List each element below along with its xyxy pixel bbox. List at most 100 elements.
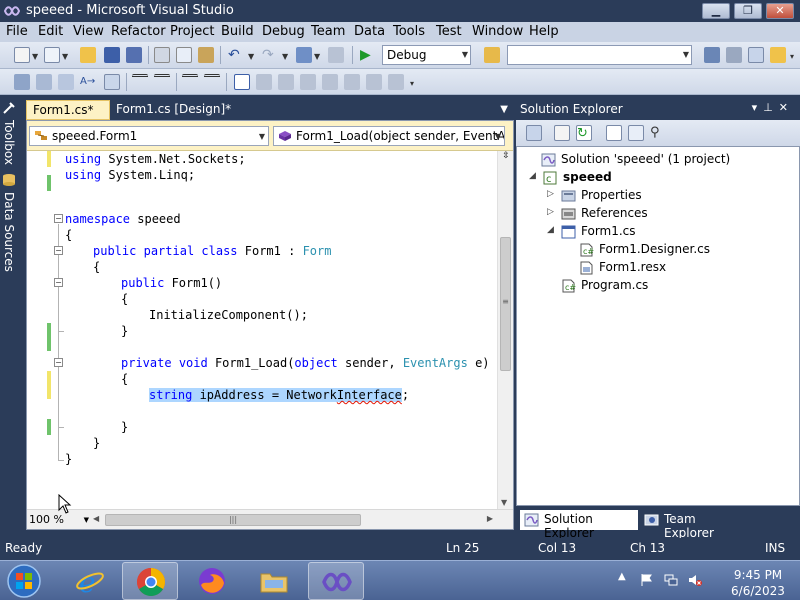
menu-view[interactable]: View (73, 24, 104, 39)
horizontal-scrollbar[interactable]: 100 % ▼ ◀ ||| ▶ (27, 509, 513, 529)
menu-team[interactable]: Team (311, 24, 345, 39)
comment-lines-icon[interactable] (182, 74, 198, 90)
menu-help[interactable]: Help (529, 24, 559, 39)
zoom-select[interactable]: 100 % ▼ (29, 513, 89, 528)
paste-icon[interactable] (198, 47, 214, 63)
start-button[interactable] (4, 563, 44, 599)
toolbox-tab[interactable]: Toolbox (1, 120, 18, 170)
open-folder-icon[interactable] (80, 47, 96, 63)
type-dropdown[interactable]: speeed.Form1 ▼ (29, 126, 269, 146)
chevron-down-icon[interactable]: ▼ (500, 104, 508, 115)
menu-tools[interactable]: Tools (393, 24, 425, 39)
properties-window-icon[interactable] (726, 47, 742, 63)
expanded-arrow-icon[interactable]: ◢ (547, 225, 557, 235)
navigate-dropdown-icon[interactable]: ▼ (314, 52, 320, 61)
file-explorer-taskbar-button[interactable] (246, 562, 302, 600)
collapse-constructor-icon[interactable]: − (54, 278, 63, 287)
bookmark-icon[interactable] (104, 74, 120, 90)
save-all-icon[interactable] (126, 47, 142, 63)
menu-refactor[interactable]: Refactor (111, 24, 166, 39)
tree-item-project[interactable]: ◢ c speeed (529, 169, 729, 187)
object-browser-icon[interactable] (748, 47, 764, 63)
copy-icon[interactable] (176, 47, 192, 63)
menu-data[interactable]: Data (354, 24, 385, 39)
solution-explorer-icon[interactable] (704, 47, 720, 63)
menu-build[interactable]: Build (221, 24, 254, 39)
uncomment-lines-icon[interactable] (204, 74, 220, 90)
menu-debug[interactable]: Debug (262, 24, 305, 39)
add-item-icon[interactable] (44, 47, 60, 63)
toolbox-icon[interactable] (770, 47, 786, 63)
visual-studio-taskbar-button[interactable] (308, 562, 364, 600)
collapse-class-icon[interactable]: − (54, 246, 63, 255)
scroll-right-icon[interactable]: ▶ (487, 514, 493, 523)
collapsed-arrow-icon[interactable]: ▷ (547, 207, 557, 217)
code-area[interactable]: − − − − using System.Net.Sockets; using … (27, 151, 497, 509)
tree-item-references[interactable]: ▷ References (547, 205, 747, 223)
decrease-indent-icon[interactable] (132, 74, 148, 90)
scroll-down-icon[interactable]: ▼ (501, 498, 507, 507)
quick-info-icon[interactable] (58, 74, 74, 90)
complete-word-icon[interactable]: A→ (80, 74, 96, 90)
minimize-button[interactable]: ▁ (702, 3, 730, 19)
display-object-member-list-icon[interactable] (14, 74, 30, 90)
tab-form1-cs[interactable]: Form1.cs* (26, 100, 110, 120)
save-icon[interactable] (104, 47, 120, 63)
start-debugging-icon[interactable]: ▶ (360, 47, 376, 63)
tab-team-explorer[interactable]: Team Explorer (640, 510, 750, 540)
menu-file[interactable]: File (6, 24, 28, 39)
tree-item-program-cs[interactable]: c# Program.cs (547, 277, 747, 295)
pin-icon[interactable]: ⊥ (763, 101, 779, 114)
add-item-dropdown-icon[interactable]: ▼ (62, 52, 68, 61)
toolbar-options-icon[interactable]: ▾ (790, 52, 794, 61)
collapse-namespace-icon[interactable]: − (54, 214, 63, 223)
clock-date[interactable]: 6/6/2023 (722, 584, 794, 598)
split-icon[interactable]: ⇳ (499, 151, 513, 163)
chrome-taskbar-button[interactable] (122, 562, 178, 600)
navigate-backward-icon[interactable] (296, 47, 312, 63)
solution-configuration-select[interactable]: Debug ▼ (382, 45, 471, 65)
clock-time[interactable]: 9:45 PM (728, 568, 788, 582)
data-sources-tab[interactable]: Data Sources (1, 192, 18, 272)
scroll-left-icon[interactable]: ◀ (93, 514, 99, 523)
undo-dropdown-icon[interactable]: ▼ (248, 52, 254, 61)
menu-window[interactable]: Window (472, 24, 523, 39)
refresh-icon[interactable]: ↻ (576, 125, 592, 141)
toolbar-options-icon[interactable]: ▾ (410, 79, 414, 88)
view-code-icon[interactable] (606, 125, 622, 141)
expanded-arrow-icon[interactable]: ◢ (529, 171, 539, 181)
show-all-files-icon[interactable] (554, 125, 570, 141)
volume-muted-icon[interactable] (688, 573, 702, 587)
member-dropdown[interactable]: Form1_Load(object sender, EventArgs e) ▼ (273, 126, 505, 146)
scroll-thumb[interactable]: ||| (105, 514, 361, 526)
undo-icon[interactable]: ↶ (228, 47, 244, 63)
find-in-files-icon[interactable] (484, 47, 500, 63)
maximize-button[interactable]: ❐ (734, 3, 762, 19)
menu-project[interactable]: Project (170, 24, 214, 39)
close-icon[interactable]: ✕ (779, 101, 794, 114)
tree-item-solution[interactable]: Solution 'speeed' (1 project) (527, 151, 787, 169)
parameter-info-icon[interactable] (36, 74, 52, 90)
collapsed-arrow-icon[interactable]: ▷ (547, 189, 557, 199)
find-combo[interactable]: ▼ (507, 45, 692, 65)
properties-icon[interactable] (526, 125, 542, 141)
view-designer-icon[interactable] (628, 125, 644, 141)
action-center-flag-icon[interactable] (640, 573, 654, 587)
firefox-taskbar-button[interactable] (184, 562, 240, 600)
tree-item-form1-resx[interactable]: Form1.resx (565, 259, 765, 277)
new-project-icon[interactable] (14, 47, 30, 63)
cut-icon[interactable] (154, 47, 170, 63)
menu-test[interactable]: Test (436, 24, 462, 39)
toggle-bookmark-icon[interactable] (234, 74, 250, 90)
tree-item-properties[interactable]: ▷ Properties (547, 187, 747, 205)
menu-edit[interactable]: Edit (38, 24, 63, 39)
show-hidden-icons-icon[interactable]: ▲ (618, 571, 632, 585)
tab-form1-design[interactable]: Form1.cs [Design]* (110, 100, 250, 120)
tree-item-form1-designer[interactable]: c# Form1.Designer.cs (565, 241, 785, 259)
increase-indent-icon[interactable] (154, 74, 170, 90)
data-sources-tab-icon[interactable] (1, 172, 18, 190)
new-project-dropdown-icon[interactable]: ▼ (32, 52, 38, 61)
window-position-icon[interactable]: ▾ (752, 101, 764, 114)
internet-explorer-taskbar-button[interactable]: e (62, 562, 118, 600)
close-button[interactable]: ✕ (766, 3, 794, 19)
